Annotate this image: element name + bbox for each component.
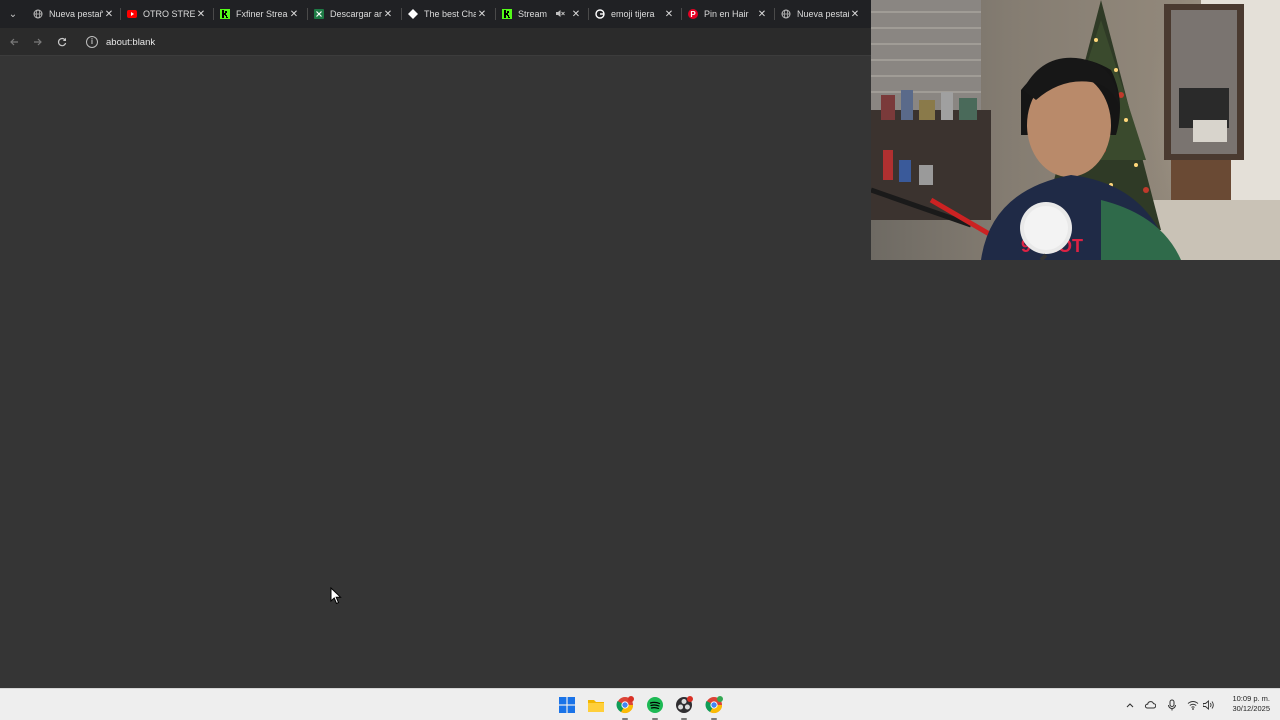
pinterest-icon: P [688,9,698,19]
tab-emoji-tijera[interactable]: emoji tijera ✕ [595,0,675,28]
close-icon[interactable]: ✕ [570,9,582,20]
windows-start-icon[interactable] [558,696,576,714]
tab-strip: ⌄ Nueva pestaña ✕ OTRO STREAM ✕ Fxfiner … [0,0,871,28]
google-icon [595,9,605,19]
tab-title: Nueva pestaña [797,9,849,19]
tab-title: Fxfiner Stream [236,9,288,19]
browser-toolbar: i about:blank [0,28,871,56]
mouse-cursor-icon [330,587,342,605]
close-icon[interactable]: ✕ [288,9,300,20]
tab-divider [774,8,775,20]
svg-text:P: P [690,10,696,19]
tab-search-icon[interactable]: ⌄ [4,5,22,23]
cloud-app-icon[interactable] [1144,699,1156,711]
taskbar: 10:09 p. m. 30/12/2025 [0,688,1280,720]
youtube-icon [127,9,137,19]
reload-icon[interactable] [54,34,70,50]
wifi-icon[interactable] [1187,699,1199,711]
mirror-frame [1164,4,1244,160]
file-explorer-icon[interactable] [587,696,605,714]
tab-divider [120,8,121,20]
tab-stream[interactable]: Stream ✕ [502,0,582,28]
tab-title: Pin en Hair [704,9,749,19]
tab-nueva-pestana-1[interactable]: Nueva pestaña ✕ [33,0,115,28]
tab-divider [307,8,308,20]
kick-icon [220,9,230,19]
kick-icon [502,9,512,19]
chevron-up-icon[interactable] [1124,699,1136,711]
tab-divider [401,8,402,20]
close-icon[interactable]: ✕ [382,9,394,20]
globe-icon [33,9,43,19]
close-icon[interactable]: ✕ [476,9,488,20]
close-icon[interactable]: ✕ [195,9,207,20]
blank-page-content [0,57,871,688]
speaker-icon[interactable] [1203,699,1215,711]
tab-title: Nueva pestaña [49,9,103,19]
clock-time: 10:09 p. m. [1232,694,1270,703]
tab-the-best[interactable]: The best Cha ✕ [408,0,488,28]
tab-divider [681,8,682,20]
close-icon[interactable]: ✕ [849,9,861,20]
address-bar[interactable]: i about:blank [80,32,865,52]
tab-title: OTRO STREAM [143,9,195,19]
tab-title: emoji tijera [611,9,655,19]
tab-nueva-pestana-2[interactable]: Nueva pestaña ✕ [781,0,861,28]
tab-title: Descargar ar [330,9,382,19]
close-icon[interactable]: ✕ [663,9,675,20]
tab-descargar[interactable]: Descargar ar ✕ [314,0,394,28]
microphone-icon[interactable] [1166,699,1178,711]
spotify-icon[interactable] [646,696,664,714]
tab-title: Stream [518,9,548,19]
chrome-alt-icon[interactable] [705,696,723,714]
desktop-background [871,260,1280,688]
tab-divider [213,8,214,20]
close-icon[interactable]: ✕ [103,9,115,20]
back-arrow-icon[interactable] [6,34,22,50]
tab-divider [495,8,496,20]
tab-title: The best Cha [424,9,476,19]
webcam-overlay: 94XIOT [871,0,1280,260]
globe-icon [781,9,791,19]
chrome-icon[interactable] [616,696,634,714]
tab-otro-stream[interactable]: OTRO STREAM ✕ [127,0,207,28]
clock-date: 30/12/2025 [1232,704,1270,713]
forward-arrow-icon[interactable] [30,34,46,50]
tab-pin-en-hair[interactable]: P Pin en Hair ✕ [688,0,768,28]
obs-icon[interactable] [675,696,693,714]
tab-divider [588,8,589,20]
excel-icon [314,9,324,19]
muted-speaker-icon[interactable] [554,9,566,20]
system-clock[interactable]: 10:09 p. m. 30/12/2025 [1232,694,1270,714]
tab-fxfiner-stream[interactable]: Fxfiner Stream ✕ [220,0,300,28]
info-icon[interactable]: i [86,36,98,48]
close-icon[interactable]: ✕ [756,9,768,20]
url-text: about:blank [106,36,156,48]
diamond-icon [408,9,418,19]
browser-window: ⌄ Nueva pestaña ✕ OTRO STREAM ✕ Fxfiner … [0,0,871,688]
